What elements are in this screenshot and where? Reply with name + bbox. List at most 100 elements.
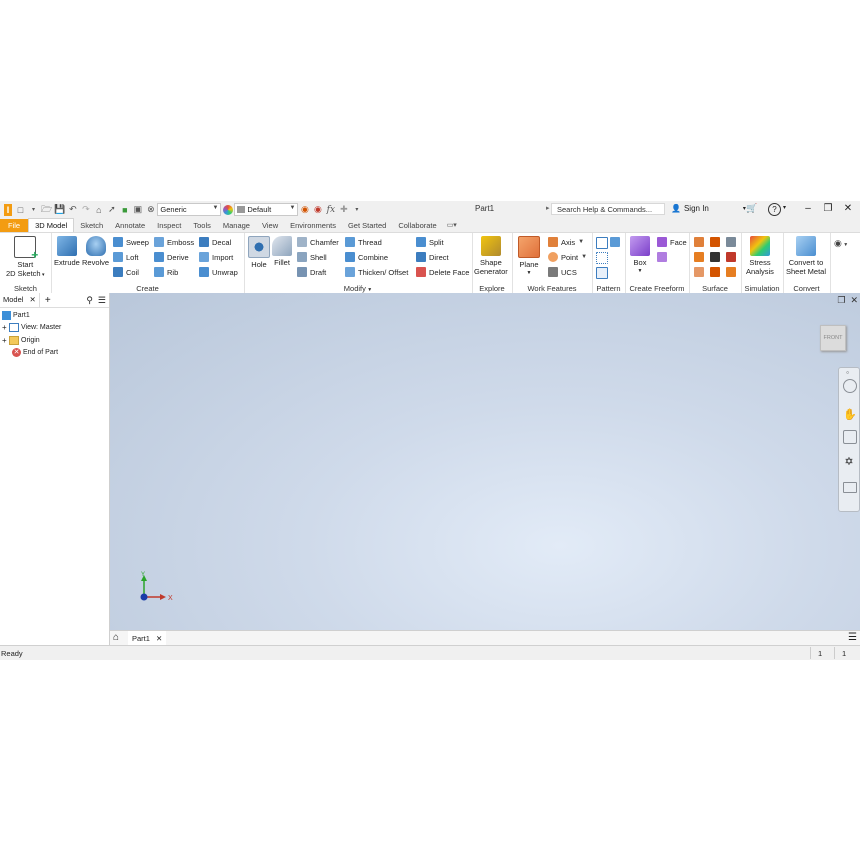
restore-icon[interactable]: ❐ xyxy=(818,203,838,214)
steering-wheel-icon[interactable] xyxy=(843,379,857,393)
delete-face-button[interactable]: Delete Face xyxy=(416,267,469,277)
zoom-icon[interactable] xyxy=(843,430,857,444)
tab-get-started[interactable]: Get Started xyxy=(342,219,392,232)
menu-icon[interactable]: ☰ xyxy=(848,632,857,643)
loft-button[interactable]: Loft xyxy=(113,252,139,262)
replace-face-icon[interactable] xyxy=(694,267,704,277)
tab-annotate[interactable]: Annotate xyxy=(109,219,151,232)
expand-plus-icon[interactable]: + xyxy=(2,336,9,345)
point-button[interactable]: Point ▼ xyxy=(548,252,587,262)
plane-button[interactable]: Plane ▼ xyxy=(518,236,540,278)
revolve-button[interactable]: Revolve xyxy=(82,236,109,267)
import-button[interactable]: Import xyxy=(199,252,233,262)
viewcube[interactable]: FRONT xyxy=(820,325,846,351)
expand-arrow-icon[interactable]: ▸ xyxy=(546,204,550,212)
browser-tab-model[interactable]: Model ✕ xyxy=(0,293,40,307)
sketch-pattern-icon[interactable] xyxy=(596,252,608,264)
update-icon[interactable]: ■ xyxy=(119,203,130,216)
appearance-ball-icon[interactable] xyxy=(222,203,233,216)
start-2d-sketch-button[interactable]: + Start 2D Sketch ▾ xyxy=(6,236,45,280)
parameters-fx-icon[interactable]: fx xyxy=(325,203,336,216)
boundary-patch-icon[interactable] xyxy=(726,252,736,262)
app-logo-icon[interactable]: I xyxy=(4,203,12,216)
freeform-edit-icon[interactable] xyxy=(657,252,667,262)
stress-analysis-button[interactable]: Stress Analysis xyxy=(746,236,774,276)
thicken-offset-button[interactable]: Thicken/ Offset xyxy=(345,267,408,277)
emboss-button[interactable]: Emboss xyxy=(154,237,194,247)
sign-in-button[interactable]: 👤 Sign In ▾ xyxy=(671,204,746,213)
ucs-button[interactable]: UCS xyxy=(548,267,577,277)
tab-3d-model[interactable]: 3D Model xyxy=(28,218,75,232)
close-icon[interactable]: ✕ xyxy=(850,295,858,306)
new-file-icon[interactable]: □ xyxy=(15,203,26,216)
tree-item-view-master[interactable]: + View: Master xyxy=(2,323,61,332)
tab-collaborate[interactable]: Collaborate xyxy=(392,219,442,232)
extend-icon[interactable] xyxy=(710,252,720,262)
direct-button[interactable]: Direct xyxy=(416,252,449,262)
axis-button[interactable]: Axis ▼ xyxy=(548,237,584,247)
tree-item-end-of-part[interactable]: ✕ End of Part xyxy=(12,348,58,357)
tab-tools[interactable]: Tools xyxy=(187,219,217,232)
select-icon[interactable]: ➚ xyxy=(106,203,117,216)
trim-icon[interactable] xyxy=(694,252,704,262)
ribbon-options-icon[interactable]: ▭▾ xyxy=(443,219,461,232)
rib-button[interactable]: Rib xyxy=(154,267,178,277)
orbit-icon[interactable]: ✡ xyxy=(843,456,855,468)
thread-button[interactable]: Thread xyxy=(345,237,382,247)
sweep-button[interactable]: Sweep xyxy=(113,237,149,247)
search-icon[interactable]: ⚲ xyxy=(86,295,93,306)
rectangular-pattern-icon[interactable] xyxy=(596,237,608,249)
open-folder-icon[interactable]: 🗁 xyxy=(41,203,52,216)
chevron-down-icon[interactable]: ▾ xyxy=(28,203,39,216)
tab-view[interactable]: View xyxy=(256,219,284,232)
coil-button[interactable]: Coil xyxy=(113,267,139,277)
tree-item-origin[interactable]: + Origin xyxy=(2,336,40,345)
shell-button[interactable]: Shell xyxy=(297,252,327,262)
ribbon-options-button[interactable]: ◉ ▼ xyxy=(834,238,848,249)
close-icon[interactable]: ✕ xyxy=(838,203,858,214)
look-at-icon[interactable] xyxy=(843,482,857,493)
modify-panel-title[interactable]: Modify ▼ xyxy=(244,284,472,293)
help-button[interactable]: ? xyxy=(768,203,781,216)
graphics-viewport[interactable]: ❐ ✕ FRONT ○ ✋ ✡ X Y xyxy=(110,293,860,630)
tab-file[interactable]: File xyxy=(0,219,29,232)
appearance-dropdown[interactable]: Default ▼ xyxy=(234,203,299,216)
repair-icon[interactable] xyxy=(710,267,720,277)
add-icon[interactable]: ✚ xyxy=(338,203,349,216)
restore-view-icon[interactable]: ❐ xyxy=(837,295,845,306)
home-icon[interactable]: ⌂ xyxy=(93,203,104,216)
minimize-icon[interactable]: – xyxy=(798,203,818,214)
cart-icon[interactable]: 🛒 xyxy=(746,203,757,214)
fillet-button[interactable]: Fillet xyxy=(272,236,292,267)
combine-button[interactable]: Combine xyxy=(345,252,388,262)
material-dropdown[interactable]: Generic ▼ xyxy=(157,203,222,216)
navbar-close-icon[interactable]: ○ xyxy=(846,370,849,376)
convert-to-sheet-metal-button[interactable]: Convert to Sheet Metal xyxy=(786,236,826,276)
ruled-surface-icon[interactable] xyxy=(726,267,736,277)
save-icon[interactable]: 💾 xyxy=(54,203,65,216)
face-button[interactable]: Face xyxy=(657,237,687,247)
adjust-appearance-icon[interactable]: ◉ xyxy=(299,203,310,216)
add-tab-icon[interactable]: + xyxy=(45,295,51,306)
derive-button[interactable]: Derive xyxy=(154,252,189,262)
clear-appearance-icon[interactable]: ◉ xyxy=(312,203,323,216)
draft-button[interactable]: Draft xyxy=(297,267,326,277)
tab-environments[interactable]: Environments xyxy=(284,219,342,232)
split-button[interactable]: Split xyxy=(416,237,444,247)
circular-pattern-icon[interactable] xyxy=(610,237,620,247)
search-input[interactable]: Search Help & Commands... xyxy=(551,203,665,215)
patch-icon[interactable] xyxy=(726,237,736,247)
undo-icon[interactable]: ↶ xyxy=(67,203,78,216)
chamfer-button[interactable]: Chamfer xyxy=(297,237,339,247)
tab-manage[interactable]: Manage xyxy=(217,219,256,232)
chevron-down-icon[interactable]: ▾ xyxy=(783,204,786,211)
shape-generator-button[interactable]: Shape Generator xyxy=(474,236,508,276)
menu-icon[interactable]: ☰ xyxy=(98,295,106,306)
material-sphere-icon[interactable]: ⊗ xyxy=(145,203,156,216)
unwrap-button[interactable]: Unwrap xyxy=(199,267,238,277)
tree-item-part1[interactable]: Part1 xyxy=(2,311,30,320)
close-icon[interactable]: ✕ xyxy=(156,634,162,643)
pan-hand-icon[interactable]: ✋ xyxy=(843,409,857,421)
sculpt-icon[interactable] xyxy=(710,237,720,247)
hole-button[interactable]: Hole xyxy=(248,236,270,269)
